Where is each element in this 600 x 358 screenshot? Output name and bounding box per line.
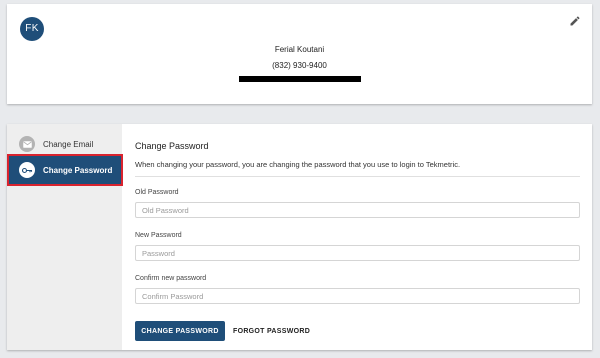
settings-card: Change Email Change Password Change Pass…	[7, 124, 592, 350]
profile-name: Ferial Koutani	[274, 45, 325, 54]
section-title: Change Password	[135, 141, 209, 151]
old-password-input[interactable]	[135, 202, 580, 218]
change-password-panel: Change Password When changing your passw…	[135, 124, 580, 350]
sidebar-item-change-password[interactable]: Change Password	[7, 154, 123, 186]
section-description: When changing your password, you are cha…	[135, 160, 461, 169]
divider	[135, 176, 580, 177]
old-password-label: Old Password	[135, 189, 179, 196]
redacted-email	[239, 76, 361, 82]
confirm-password-input[interactable]	[135, 288, 580, 304]
profile-card: FK Ferial Koutani (832) 930-9400	[7, 4, 592, 104]
pencil-icon[interactable]	[569, 14, 581, 26]
sidebar-item-label: Change Password	[43, 165, 113, 175]
new-password-label: New Password	[135, 232, 182, 239]
key-icon	[19, 162, 35, 178]
change-password-button[interactable]: CHANGE PASSWORD	[135, 321, 225, 341]
sidebar-item-change-email[interactable]: Change Email	[7, 130, 122, 158]
avatar: FK	[20, 17, 44, 41]
envelope-icon	[19, 136, 35, 152]
sidebar-item-label: Change Email	[43, 139, 94, 149]
new-password-input[interactable]	[135, 245, 580, 261]
settings-sidebar: Change Email Change Password	[7, 124, 123, 350]
profile-phone: (832) 930-9400	[272, 61, 327, 70]
confirm-password-label: Confirm new password	[135, 275, 207, 282]
forgot-password-button[interactable]: FORGOT PASSWORD	[233, 321, 310, 341]
